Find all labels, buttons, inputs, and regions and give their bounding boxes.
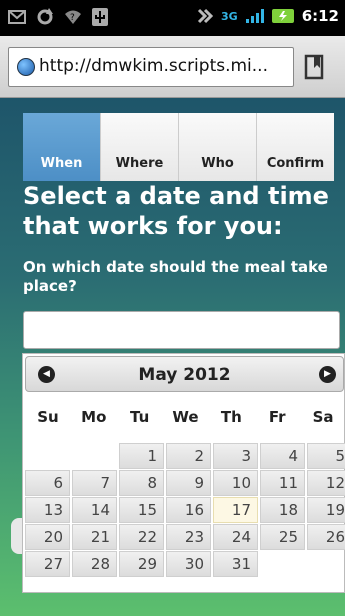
date-question-label: On which date should the meal take place… xyxy=(23,258,328,295)
status-bar: ? 3G 6:12 xyxy=(0,0,345,36)
tab-where[interactable]: Where xyxy=(101,113,179,181)
weekday-label: Sa xyxy=(312,408,334,426)
weekday-label: Su xyxy=(37,408,59,426)
tab-who[interactable]: Who xyxy=(179,113,257,181)
day-cell[interactable]: 13 xyxy=(25,497,70,523)
day-cell[interactable]: 26 xyxy=(307,524,345,550)
day-cell[interactable]: 11 xyxy=(260,470,305,496)
url-text: http://dmwkim.scripts.mi... xyxy=(39,56,268,76)
day-cell[interactable]: 9 xyxy=(166,470,211,496)
wizard-tabs: When Where Who Confirm xyxy=(23,113,334,181)
day-cell[interactable]: 22 xyxy=(119,524,164,550)
tab-label: Where xyxy=(115,156,164,171)
bookmark-icon[interactable] xyxy=(304,54,324,80)
day-cell[interactable]: 6 xyxy=(25,470,70,496)
usb-icon xyxy=(92,8,108,26)
day-cell[interactable]: 27 xyxy=(25,551,70,577)
svg-text:?: ? xyxy=(70,13,75,23)
weekday-label: Th xyxy=(220,408,242,426)
day-cell[interactable]: 16 xyxy=(166,497,211,523)
date-input[interactable] xyxy=(23,311,340,349)
day-cell[interactable]: 5 xyxy=(307,443,345,469)
day-cell[interactable]: 30 xyxy=(166,551,211,577)
day-cell[interactable]: 8 xyxy=(119,470,164,496)
day-cell[interactable]: 21 xyxy=(72,524,117,550)
day-cell[interactable]: 4 xyxy=(260,443,305,469)
weekday-label: Mo xyxy=(81,408,107,426)
battery-charging-icon xyxy=(271,9,294,23)
day-cell[interactable]: 19 xyxy=(307,497,345,523)
datepicker: ◀ May 2012 ▶ Su Mo Tu We Th Fr Sa 1 2 3 4 5 6 7 8 9 10 1… xyxy=(22,353,345,593)
weekday-label: Fr xyxy=(268,408,286,426)
status-icons-right: 3G 6:12 xyxy=(197,7,339,25)
day-cell[interactable]: 31 xyxy=(213,551,258,577)
day-cell[interactable]: 2 xyxy=(166,443,211,469)
tab-when[interactable]: When xyxy=(23,113,101,181)
day-cell[interactable]: 7 xyxy=(72,470,117,496)
tab-confirm[interactable]: Confirm xyxy=(257,113,334,181)
month-title: May 2012 xyxy=(138,365,231,385)
sync-icon xyxy=(37,8,53,25)
day-cell[interactable]: 1 xyxy=(119,443,164,469)
mail-icon xyxy=(8,10,26,24)
weekday-header-row: Su Mo Tu We Th Fr Sa xyxy=(23,408,345,426)
tab-label: Who xyxy=(201,156,234,171)
day-cell[interactable]: 3 xyxy=(213,443,258,469)
day-cell[interactable]: 12 xyxy=(307,470,345,496)
day-cell[interactable]: 20 xyxy=(25,524,70,550)
signal-strength-icon xyxy=(245,9,264,23)
browser-toolbar: http://dmwkim.scripts.mi... xyxy=(0,36,345,98)
data-transfer-icon xyxy=(197,8,213,24)
day-cell[interactable]: 29 xyxy=(119,551,164,577)
day-grid: 1 2 3 4 5 6 7 8 9 10 11 12 13 14 15 16 17 18 19 20 21 22 23 24 2… xyxy=(25,443,345,577)
day-cell[interactable]: 24 xyxy=(213,524,258,550)
tab-label: Confirm xyxy=(266,156,325,171)
day-cell-today[interactable]: 17 xyxy=(213,497,258,523)
url-field[interactable]: http://dmwkim.scripts.mi... xyxy=(8,47,294,87)
weekday-label: We xyxy=(172,408,199,426)
globe-icon xyxy=(17,58,35,76)
datepicker-header: ◀ May 2012 ▶ xyxy=(25,356,344,392)
tab-label: When xyxy=(40,156,83,171)
weekday-label: Tu xyxy=(130,408,150,426)
clock: 6:12 xyxy=(301,7,339,25)
network-type-label: 3G xyxy=(221,9,238,23)
day-cell[interactable]: 10 xyxy=(213,470,258,496)
day-cell[interactable]: 23 xyxy=(166,524,211,550)
day-cell[interactable]: 25 xyxy=(260,524,305,550)
empty-day-cell xyxy=(72,443,117,469)
empty-day-cell xyxy=(25,443,70,469)
wifi-icon: ? xyxy=(65,10,81,24)
day-cell[interactable]: 15 xyxy=(119,497,164,523)
day-cell[interactable]: 28 xyxy=(72,551,117,577)
day-cell[interactable]: 14 xyxy=(72,497,117,523)
day-cell[interactable]: 18 xyxy=(260,497,305,523)
next-month-button[interactable]: ▶ xyxy=(319,366,336,383)
status-icons-left: ? xyxy=(8,8,108,26)
page-heading: Select a date and time that works for yo… xyxy=(23,182,329,240)
